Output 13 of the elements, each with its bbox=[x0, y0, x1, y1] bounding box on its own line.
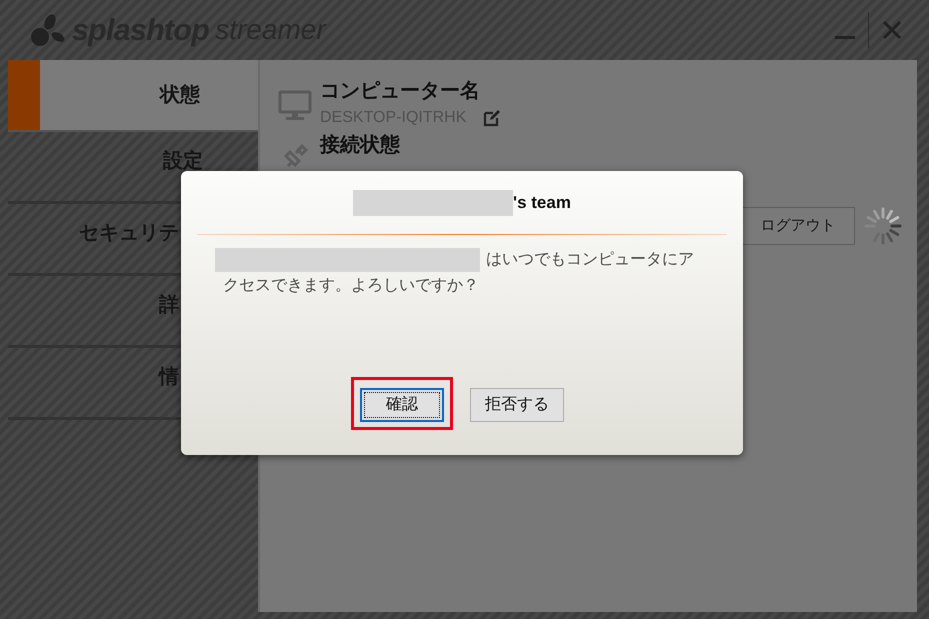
logout-button[interactable]: ログアウト bbox=[741, 207, 855, 245]
loading-spinner-icon bbox=[863, 206, 903, 246]
dialog-button[interactable]: 確認 bbox=[360, 388, 444, 422]
dialog-button[interactable]: 拒否する bbox=[470, 388, 564, 422]
computer-name-label: コンピューター名 bbox=[320, 80, 481, 102]
monitor-icon bbox=[278, 90, 312, 122]
dialog-message: はいつでもコンピュータにア bbox=[486, 250, 694, 270]
connection-status-label: 接続状態 bbox=[320, 134, 400, 158]
logo-icon bbox=[28, 13, 66, 47]
dialog-title: 's team bbox=[513, 192, 571, 214]
edit-icon[interactable] bbox=[482, 108, 502, 128]
close-icon[interactable] bbox=[881, 19, 903, 41]
sidebar-tab[interactable]: 状態 bbox=[8, 60, 258, 132]
